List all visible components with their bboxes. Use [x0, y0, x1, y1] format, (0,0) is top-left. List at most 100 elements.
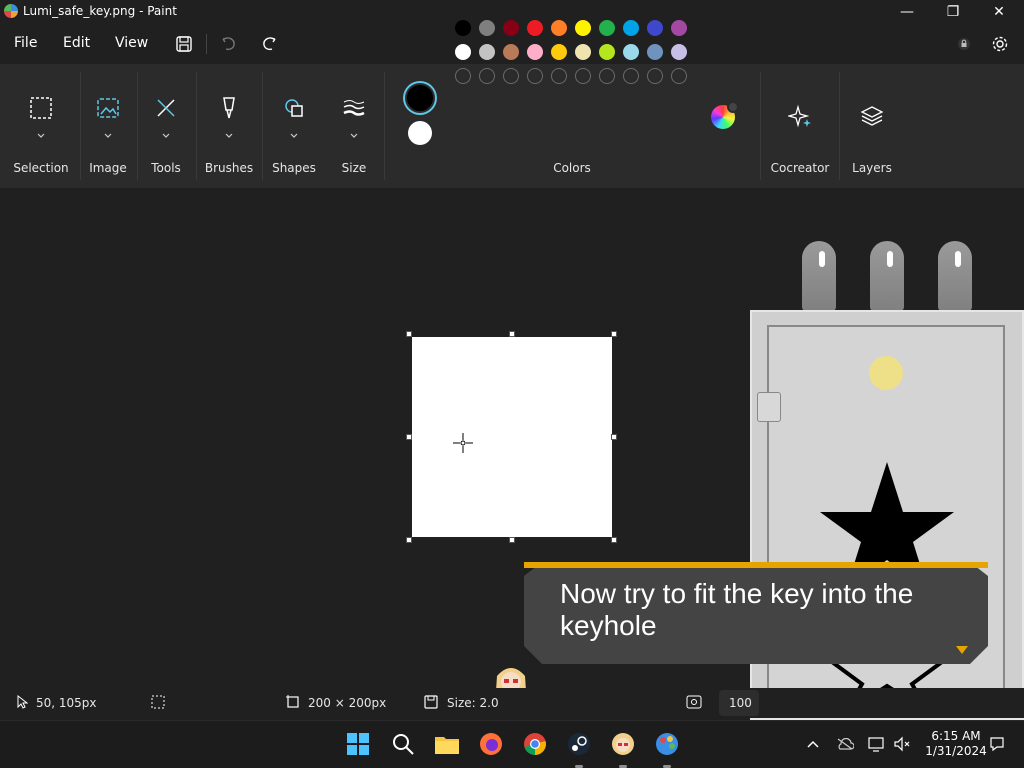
custom-color-slot[interactable]: [479, 68, 495, 84]
windows-start-icon[interactable]: [343, 729, 373, 759]
custom-color-slot[interactable]: [575, 68, 591, 84]
ribbon-group-layers[interactable]: Layers: [839, 64, 905, 188]
custom-color-slot[interactable]: [551, 68, 567, 84]
custom-color-slot[interactable]: [671, 68, 687, 84]
ribbon-group-shapes[interactable]: Shapes: [262, 64, 326, 188]
minimize-button[interactable]: —: [884, 0, 930, 24]
color-swatch[interactable]: [599, 20, 615, 36]
ribbon-label: Size: [341, 161, 367, 175]
menu-edit[interactable]: Edit: [63, 35, 90, 51]
dialog-next-arrow-icon[interactable]: [956, 646, 968, 654]
dialog-text: Now try to fit the key into the keyhole: [560, 578, 914, 641]
fit-to-window-icon[interactable]: [686, 694, 702, 710]
color-swatch[interactable]: [527, 44, 543, 60]
file-size-icon: [423, 694, 439, 710]
menu-view[interactable]: View: [115, 35, 148, 51]
ribbon-label: Cocreator: [770, 161, 830, 175]
resize-handle[interactable]: [406, 331, 412, 337]
resize-handle[interactable]: [509, 537, 515, 543]
system-clock[interactable]: 6:15 AM 1/31/2024: [924, 729, 988, 759]
secondary-color-swatch[interactable]: [408, 121, 432, 145]
custom-color-slot[interactable]: [527, 68, 543, 84]
window-title: Lumi_safe_key.png - Paint: [23, 4, 177, 18]
firefox-icon[interactable]: [476, 729, 506, 759]
save-icon[interactable]: [170, 30, 198, 58]
redo-icon[interactable]: [255, 30, 283, 58]
ribbon-group-tools[interactable]: Tools: [137, 64, 195, 188]
safe-hinge: [757, 392, 781, 422]
file-size: Size: 2.0: [447, 696, 499, 710]
color-swatch[interactable]: [479, 20, 495, 36]
dialog-top-border: [524, 562, 988, 568]
resize-handle[interactable]: [611, 434, 617, 440]
ribbon-label: Selection: [13, 161, 69, 175]
menu-file[interactable]: File: [14, 35, 37, 51]
color-swatch[interactable]: [455, 20, 471, 36]
ribbon-label: Brushes: [204, 161, 254, 175]
drawing-canvas[interactable]: [412, 337, 612, 537]
close-button[interactable]: ✕: [976, 0, 1022, 24]
color-swatch[interactable]: [503, 20, 519, 36]
chevron-down-icon: [36, 126, 46, 138]
color-swatch[interactable]: [575, 20, 591, 36]
custom-color-slot[interactable]: [455, 68, 471, 84]
cocreator-sparkle-icon: [784, 100, 816, 132]
resize-handle[interactable]: [406, 537, 412, 543]
chevron-down-icon: [161, 126, 171, 138]
safe-light-bulb: [802, 241, 836, 311]
ribbon-group-selection[interactable]: Selection: [8, 64, 74, 188]
account-icon[interactable]: [950, 30, 978, 58]
color-swatch[interactable]: [551, 20, 567, 36]
color-swatch[interactable]: [623, 20, 639, 36]
custom-color-slot[interactable]: [623, 68, 639, 84]
chevron-down-icon: [103, 126, 113, 138]
ribbon-group-size[interactable]: Size: [326, 64, 382, 188]
show-hidden-icons-chevron-up-icon[interactable]: [804, 735, 822, 753]
chrome-icon[interactable]: [520, 729, 550, 759]
settings-gear-icon[interactable]: [986, 30, 1014, 58]
onedrive-cloud-icon[interactable]: [836, 735, 854, 753]
status-bar: 50, 105px 200 × 200px Size: 2.0 100: [0, 688, 1024, 718]
color-swatch[interactable]: [647, 20, 663, 36]
color-swatch[interactable]: [455, 44, 471, 60]
ribbon-group-image[interactable]: Image: [80, 64, 136, 188]
color-swatch[interactable]: [647, 44, 663, 60]
tools-icon: [150, 92, 182, 124]
resize-handle[interactable]: [611, 537, 617, 543]
color-swatch[interactable]: [671, 20, 687, 36]
ribbon-label: Layers: [852, 161, 892, 175]
color-swatch[interactable]: [623, 44, 639, 60]
search-icon[interactable]: [388, 729, 418, 759]
selection-icon: [25, 92, 57, 124]
safe-light-bulb: [938, 241, 972, 311]
paint-icon[interactable]: [652, 729, 682, 759]
network-icon[interactable]: [868, 735, 886, 753]
color-swatch[interactable]: [503, 44, 519, 60]
custom-color-slot[interactable]: [599, 68, 615, 84]
ribbon-group-cocreator[interactable]: Cocreator: [764, 64, 836, 188]
file-explorer-icon[interactable]: [432, 729, 462, 759]
color-swatch[interactable]: [671, 44, 687, 60]
custom-color-slot[interactable]: [503, 68, 519, 84]
color-swatch[interactable]: [551, 44, 567, 60]
lumi-game-icon[interactable]: [608, 729, 638, 759]
notifications-icon[interactable]: [988, 735, 1006, 753]
color-swatch[interactable]: [479, 44, 495, 60]
resize-handle[interactable]: [406, 434, 412, 440]
undo-icon[interactable]: [215, 30, 243, 58]
ribbon-group-brushes[interactable]: Brushes: [196, 64, 262, 188]
resize-handle[interactable]: [611, 331, 617, 337]
paint-app-icon: [4, 4, 18, 18]
steam-icon[interactable]: [564, 729, 594, 759]
volume-muted-icon[interactable]: [893, 735, 911, 753]
color-swatch[interactable]: [599, 44, 615, 60]
safe-light-bulb: [870, 241, 904, 311]
custom-color-slot[interactable]: [647, 68, 663, 84]
resize-handle[interactable]: [509, 331, 515, 337]
maximize-button[interactable]: ❐: [930, 0, 976, 24]
color-swatch[interactable]: [575, 44, 591, 60]
brush-icon: [213, 92, 245, 124]
color-swatch[interactable]: [527, 20, 543, 36]
primary-color-swatch[interactable]: [405, 83, 435, 113]
ribbon-label: Image: [89, 161, 127, 175]
